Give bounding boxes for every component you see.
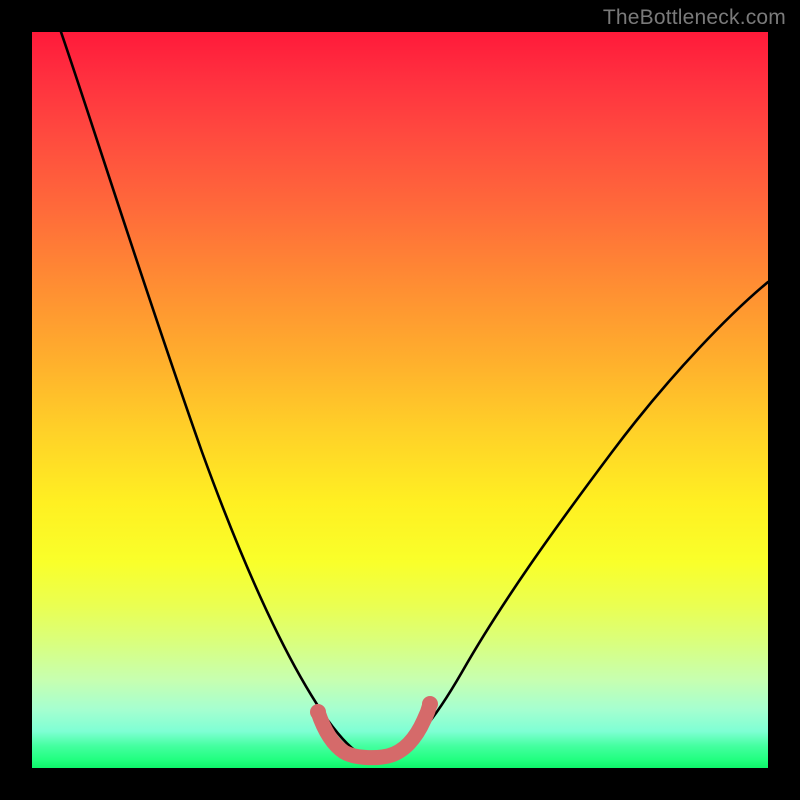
zone-start-dot xyxy=(310,704,326,720)
zone-end-dot xyxy=(422,696,438,712)
chart-svg xyxy=(32,32,768,768)
chart-frame: TheBottleneck.com xyxy=(0,0,800,800)
bottleneck-curve xyxy=(61,32,768,757)
plot-area xyxy=(32,32,768,768)
watermark-text: TheBottleneck.com xyxy=(603,6,786,30)
